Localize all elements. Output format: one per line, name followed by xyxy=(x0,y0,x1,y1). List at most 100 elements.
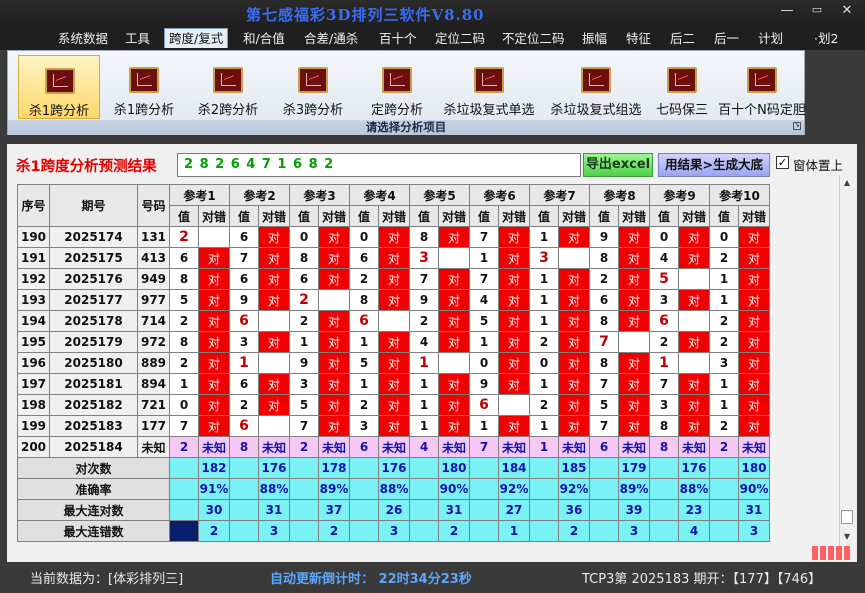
header-ref-10: 参考10 xyxy=(709,184,770,206)
resize-grip-icon[interactable] xyxy=(812,546,852,560)
cell-issue: 2025174 xyxy=(49,226,138,248)
result-digits-field[interactable]: 2 8 2 6 4 7 1 6 8 2 xyxy=(177,153,581,177)
header-1: 期号 xyxy=(49,184,138,227)
stats-blank xyxy=(469,499,499,521)
cell-hit: 对 xyxy=(498,247,530,269)
ribbon-launcher-icon[interactable]: ↘ xyxy=(793,122,801,130)
ribbon-button-8[interactable]: 百十个N码定胆 xyxy=(714,55,810,119)
title-bar: 第七感福彩3D排列三软件V8.80 — ▭ ✕ xyxy=(0,0,865,26)
cell-predict-value: 4 xyxy=(409,436,439,458)
menu-item-1[interactable]: 工具 xyxy=(121,29,154,49)
menu-item-13[interactable]: ·划2 xyxy=(810,29,842,49)
cell-hit: 对 xyxy=(678,415,710,437)
stay-on-top-label: 窗体置上 xyxy=(793,158,844,173)
close-button[interactable]: ✕ xyxy=(834,3,860,18)
stats-blank xyxy=(349,520,379,542)
subheader-mark: 对错 xyxy=(438,205,470,227)
cell-value: 6 xyxy=(469,394,499,416)
stats-blank xyxy=(589,520,619,542)
scroll-down-icon[interactable]: ▼ xyxy=(841,532,853,542)
menu-item-3[interactable]: 和/合值 xyxy=(239,29,289,49)
cell-hit: 对 xyxy=(318,310,350,332)
stats-blank xyxy=(709,499,739,521)
minimize-button[interactable]: — xyxy=(774,3,800,18)
subheader-mark: 对错 xyxy=(198,205,230,227)
ribbon-button-3[interactable]: 杀3跨分析 xyxy=(272,55,354,119)
stats-value: 26 xyxy=(378,499,410,521)
table-row[interactable]: 196 2025180 889 2 对 1 9 对 5 对 1 0 对 0 对 8 对 1 3 对 xyxy=(17,352,770,374)
ref-index: 9 xyxy=(687,188,696,203)
stay-on-top-checkbox[interactable]: ✓ xyxy=(776,156,789,169)
cell-miss xyxy=(378,310,410,332)
table-row[interactable]: 195 2025179 972 8 对 3 对 1 对 1 对 4 对 1 对 2 对 7 2 对 2 对 xyxy=(17,331,770,353)
menu-item-11[interactable]: 后一 xyxy=(710,29,743,49)
ribbon-button-4[interactable]: 定跨分析 xyxy=(356,55,438,119)
table-row[interactable]: 191 2025175 413 6 对 7 对 8 对 6 对 3 1 对 3 8 对 4 对 2 对 xyxy=(17,247,770,269)
generate-base-button[interactable]: 用结果>生成大底 xyxy=(658,153,770,177)
cell-miss xyxy=(318,289,350,311)
cell-value: 1 xyxy=(169,373,199,395)
cell-value: 6 xyxy=(589,289,619,311)
cell-number: 131 xyxy=(137,226,170,248)
cell-value: 3 xyxy=(529,247,559,269)
ribbon-button-0[interactable]: 杀1跨分析 xyxy=(18,55,100,119)
table-row[interactable]: 197 2025181 894 1 对 6 对 3 对 1 对 1 对 9 对 1 对 7 对 7 对 1 对 xyxy=(17,373,770,395)
scroll-thumb[interactable] xyxy=(841,510,853,524)
cell-value: 6 xyxy=(229,268,259,290)
table-row[interactable]: 192 2025176 949 8 对 6 对 6 对 2 对 7 对 7 对 1 对 2 对 5 1 对 xyxy=(17,268,770,290)
cell-value: 2 xyxy=(649,331,679,353)
cell-hit: 对 xyxy=(378,352,410,374)
cell-value: 2 xyxy=(349,268,379,290)
table-row[interactable]: 199 2025183 177 7 对 6 7 对 3 对 1 对 1 对 1 对 7 对 8 对 2 对 xyxy=(17,415,770,437)
ribbon-button-label: 杀垃圾复式单选 xyxy=(443,103,535,118)
menu-item-2[interactable]: 跨度/复式 xyxy=(164,28,229,48)
menu-item-8[interactable]: 振幅 xyxy=(578,29,611,49)
cell-number: 413 xyxy=(137,247,170,269)
menu-item-12[interactable]: 计划 xyxy=(754,29,787,49)
vertical-scrollbar[interactable]: ▲ ▼ xyxy=(839,176,853,556)
ribbon-button-6[interactable]: 杀垃圾复式组选 xyxy=(544,55,648,119)
ribbon-button-5[interactable]: 杀垃圾复式单选 xyxy=(436,55,542,119)
maximize-button[interactable]: ▭ xyxy=(804,3,830,16)
ribbon-button-2[interactable]: 杀2跨分析 xyxy=(187,55,269,119)
cell-seq: 199 xyxy=(17,415,50,437)
export-excel-button[interactable]: 导出excel xyxy=(583,153,653,177)
cell-selected[interactable] xyxy=(169,520,199,542)
cell-predict-mark: 未知 xyxy=(318,436,350,458)
ref-label: 参考 xyxy=(363,188,388,203)
scroll-up-icon[interactable]: ▲ xyxy=(841,178,853,188)
stats-label: 准确率 xyxy=(17,478,170,500)
menu-item-10[interactable]: 后二 xyxy=(666,29,699,49)
cell-hit: 对 xyxy=(318,247,350,269)
stats-blank xyxy=(349,457,379,479)
table-row[interactable]: 194 2025178 714 2 对 6 2 对 6 2 对 5 对 1 对 8 对 6 2 对 xyxy=(17,310,770,332)
cell-hit: 对 xyxy=(438,289,470,311)
table-row[interactable]: 193 2025177 977 5 对 9 对 2 8 对 9 对 4 对 1 对 6 对 3 对 1 对 xyxy=(17,289,770,311)
cell-hit: 对 xyxy=(738,268,770,290)
menu-item-9[interactable]: 特征 xyxy=(622,29,655,49)
menu-item-4[interactable]: 合差/通杀 xyxy=(300,29,362,49)
cell-seq: 197 xyxy=(17,373,50,395)
cell-value: 1 xyxy=(529,268,559,290)
header-ref-2: 参考2 xyxy=(229,184,290,206)
cell-hit: 对 xyxy=(738,373,770,395)
ribbon-button-label: 杀垃圾复式组选 xyxy=(550,103,642,118)
menu-item-7[interactable]: 不定位二码 xyxy=(498,29,569,49)
cell-value: 8 xyxy=(409,226,439,248)
ribbon-button-7[interactable]: 七码保三 xyxy=(648,55,716,119)
stats-blank xyxy=(169,499,199,521)
table-row[interactable]: 198 2025182 721 0 对 2 对 5 对 2 对 1 对 6 2 对 5 对 3 对 1 对 xyxy=(17,394,770,416)
subheader-value: 值 xyxy=(589,205,619,227)
menu-item-0[interactable]: 系统数据 xyxy=(54,29,112,49)
menu-item-6[interactable]: 定位二码 xyxy=(431,29,489,49)
ribbon-button-1[interactable]: 杀1跨分析 xyxy=(103,55,185,119)
cell-value: 6 xyxy=(349,310,379,332)
cell-hit: 对 xyxy=(738,331,770,353)
table-row[interactable]: 190 2025174 131 2 6 对 0 对 0 对 8 对 7 对 1 对 9 对 0 对 0 对 xyxy=(17,226,770,248)
cell-value: 6 xyxy=(289,268,319,290)
future-row[interactable]: 200 2025184 未知 2 未知 8 未知 2 未知 6 未知 4 未知 7 未知 1 未知 6 未知 8 未知 2… xyxy=(17,436,770,458)
cell-value: 7 xyxy=(589,373,619,395)
menu-item-5[interactable]: 百十个 xyxy=(375,29,421,49)
cell-hit: 对 xyxy=(438,394,470,416)
subheader-mark: 对错 xyxy=(258,205,290,227)
